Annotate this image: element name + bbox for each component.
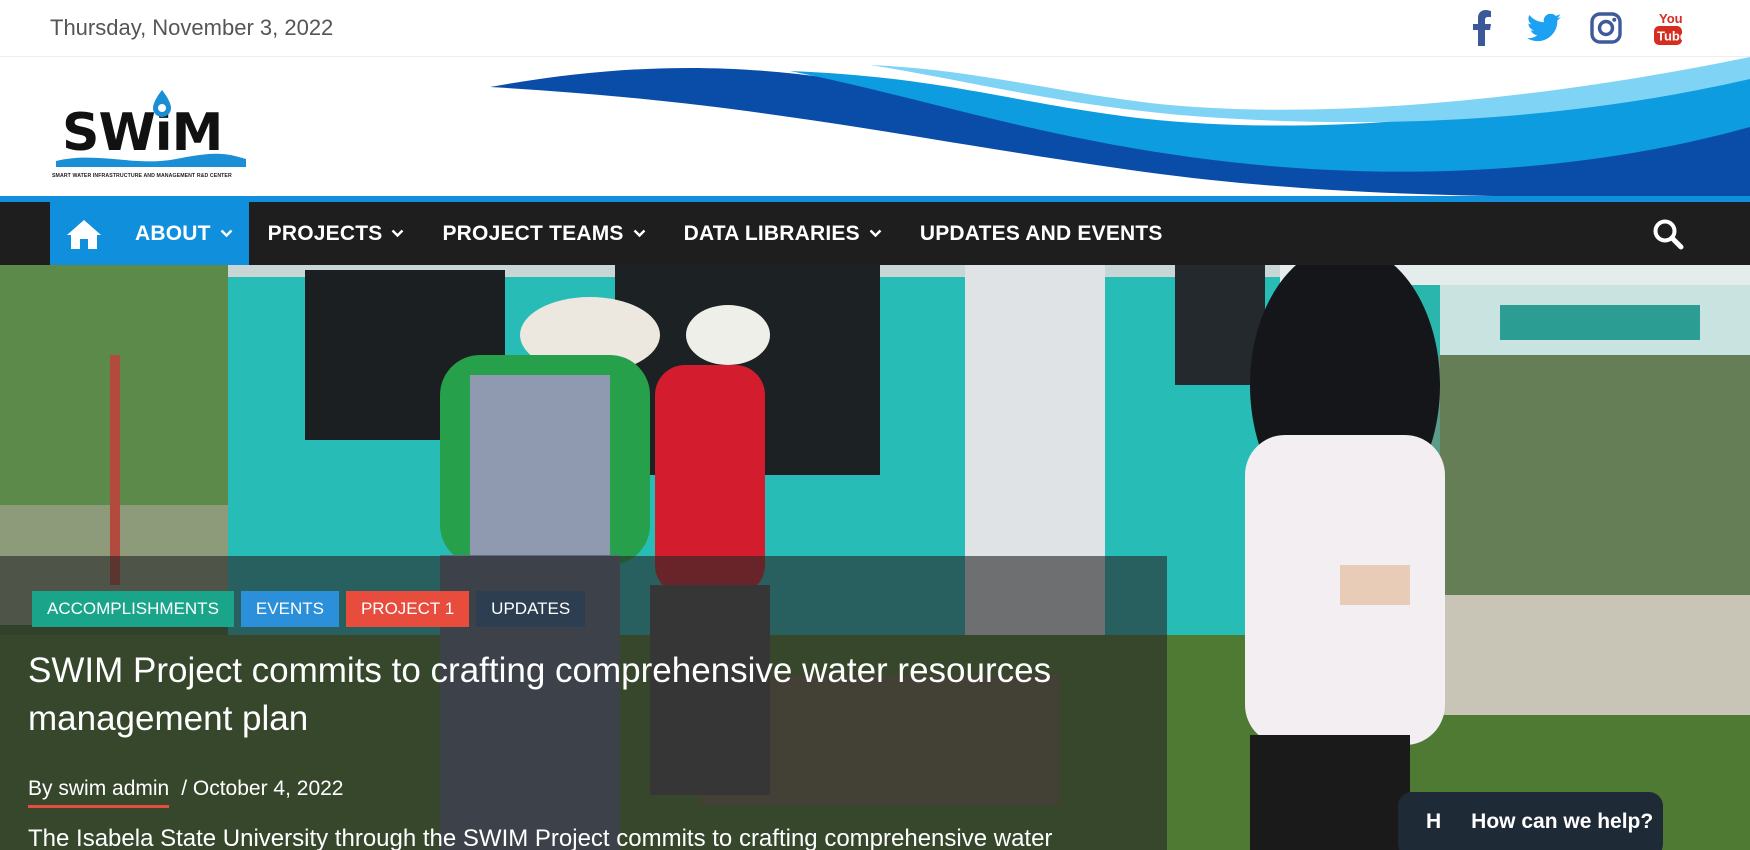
help-chat-button[interactable]: H How can we help? bbox=[1398, 792, 1663, 850]
chevron-down-icon bbox=[391, 229, 404, 238]
nav-item-label: PROJECTS bbox=[267, 221, 383, 245]
main-navigation: ABOUT PROJECTS PROJECT TEAMS DATA LIBRAR… bbox=[0, 196, 1750, 265]
twitter-icon[interactable] bbox=[1524, 6, 1564, 50]
home-icon bbox=[67, 219, 101, 249]
nav-item-label: PROJECT TEAMS bbox=[442, 221, 624, 245]
nav-item-label: ABOUT bbox=[135, 221, 211, 245]
logo-wave-icon bbox=[56, 153, 246, 167]
logo-subtitle: SMART WATER INFRASTRUCTURE AND MANAGEMEN… bbox=[52, 173, 232, 179]
post-excerpt: The Isabela State University through the… bbox=[28, 825, 1053, 850]
featured-post-slider[interactable]: ACCOMPLISHMENTS EVENTS PROJECT 1 UPDATES… bbox=[0, 265, 1750, 850]
category-project-1[interactable]: PROJECT 1 bbox=[345, 591, 470, 627]
post-author[interactable]: By swim admin bbox=[28, 777, 170, 808]
post-title[interactable]: SWIM Project commits to crafting compreh… bbox=[28, 647, 1128, 743]
post-date[interactable]: / October 4, 2022 bbox=[181, 777, 343, 808]
svg-text:You: You bbox=[1659, 11, 1683, 26]
chevron-down-icon bbox=[220, 229, 233, 238]
category-events[interactable]: EVENTS bbox=[240, 591, 339, 627]
facebook-icon[interactable] bbox=[1462, 6, 1502, 50]
instagram-icon[interactable] bbox=[1586, 6, 1626, 50]
post-meta: By swim admin / October 4, 2022 bbox=[28, 777, 344, 808]
author-name: swim admin bbox=[58, 777, 170, 800]
chevron-down-icon bbox=[869, 229, 882, 238]
nav-item-about[interactable]: ABOUT bbox=[118, 202, 249, 265]
category-updates[interactable]: UPDATES bbox=[476, 591, 586, 627]
nav-item-label: UPDATES AND EVENTS bbox=[919, 221, 1163, 245]
site-header: SWiM SMART WATER INFRASTRUCTURE AND MANA… bbox=[0, 57, 1750, 197]
nav-menu: ABOUT PROJECTS PROJECT TEAMS DATA LIBRAR… bbox=[50, 202, 1182, 265]
post-categories: ACCOMPLISHMENTS EVENTS PROJECT 1 UPDATES bbox=[32, 591, 586, 627]
current-date: Thursday, November 3, 2022 bbox=[50, 15, 334, 40]
header-wave-decoration bbox=[490, 57, 1750, 197]
nav-item-projects[interactable]: PROJECTS bbox=[249, 202, 424, 265]
author-prefix: By bbox=[28, 777, 53, 800]
youtube-icon[interactable]: You Tube bbox=[1648, 6, 1688, 50]
chevron-down-icon bbox=[633, 229, 646, 238]
social-links: You Tube bbox=[1462, 6, 1688, 50]
page: Thursday, November 3, 2022 You Tube SWiM… bbox=[0, 0, 1750, 850]
nav-home-button[interactable] bbox=[50, 202, 118, 265]
nav-item-updates-and-events[interactable]: UPDATES AND EVENTS bbox=[901, 202, 1182, 265]
nav-item-data-libraries[interactable]: DATA LIBRARIES bbox=[665, 202, 901, 265]
help-label: How can we help? bbox=[1471, 810, 1654, 833]
help-icon: H bbox=[1426, 810, 1442, 833]
nav-item-label: DATA LIBRARIES bbox=[683, 221, 860, 245]
search-button[interactable] bbox=[1650, 216, 1686, 252]
category-accomplishments[interactable]: ACCOMPLISHMENTS bbox=[32, 591, 234, 627]
svg-text:Tube: Tube bbox=[1657, 29, 1684, 44]
nav-item-project-teams[interactable]: PROJECT TEAMS bbox=[423, 202, 664, 265]
search-icon bbox=[1653, 219, 1684, 250]
top-bar: Thursday, November 3, 2022 You Tube bbox=[0, 0, 1750, 57]
water-drop-icon bbox=[153, 90, 171, 117]
site-logo[interactable]: SWiM SMART WATER INFRASTRUCTURE AND MANA… bbox=[50, 87, 250, 187]
